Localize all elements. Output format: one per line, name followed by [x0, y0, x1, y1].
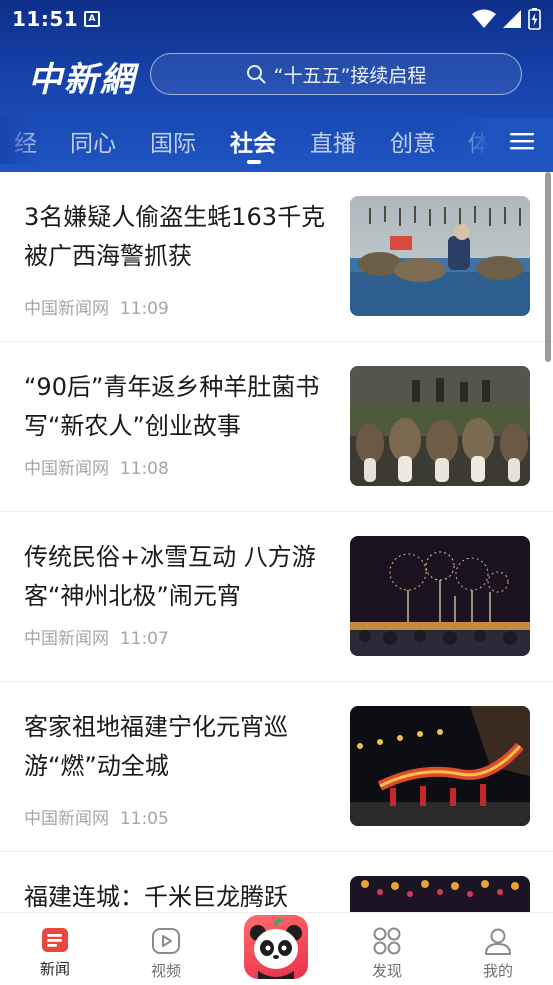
tab-channel-2[interactable]: 国际 — [150, 124, 196, 158]
panda-mascot-button[interactable] — [244, 915, 308, 979]
nav-label-news: 新闻 — [39, 960, 70, 978]
news-thumbnail-dragon-parade[interactable] — [350, 706, 530, 826]
nav-tab-discover[interactable]: 发现 — [347, 913, 427, 985]
news-meta: 中国新闻网 11:09 — [24, 294, 169, 319]
tab-channel-3[interactable]: 社会 — [230, 124, 276, 158]
news-thumbnail-lanterns[interactable] — [350, 876, 530, 912]
news-meta: 中国新闻网 11:07 — [24, 624, 169, 649]
news-item[interactable]: 客家祖地福建宁化元宵巡游“燃”动全城 中国新闻网 11:05 — [0, 682, 553, 852]
nav-label-discover: 发现 — [371, 962, 402, 980]
status-time: 11:51 — [12, 7, 79, 31]
news-time: 11:07 — [119, 629, 169, 649]
nav-tab-profile[interactable]: 我的 — [458, 913, 538, 985]
news-title[interactable]: 客家祖地福建宁化元宵巡游“燃”动全城 — [24, 708, 336, 786]
panda-mascot-icon — [250, 918, 302, 979]
active-tab-indicator — [247, 160, 261, 164]
nav-label-video: 视频 — [150, 962, 181, 980]
news-source: 中国新闻网 — [24, 809, 109, 829]
nav-tab-news[interactable]: 新闻 — [15, 913, 95, 985]
news-item[interactable]: 3名嫌疑人偷盗生蚝163千克被广西海警抓获 中国新闻网 11:09 — [0, 172, 553, 342]
notification-app-icon: A — [84, 11, 100, 27]
news-meta: 中国新闻网 11:08 — [24, 454, 169, 479]
news-thumbnail-oyster-harvest[interactable] — [350, 196, 530, 316]
wifi-icon — [472, 9, 496, 28]
news-feed[interactable]: 3名嫌疑人偷盗生蚝163千克被广西海警抓获 中国新闻网 11:09 “90后”青… — [0, 172, 553, 912]
tab-channel-4[interactable]: 直播 — [310, 124, 356, 158]
chinanews-logo[interactable]: 中新網 — [28, 52, 136, 101]
news-item[interactable]: 福建连城：千米巨龙腾跃 — [0, 852, 553, 912]
video-icon — [152, 928, 180, 954]
signal-icon — [503, 10, 521, 28]
profile-icon — [485, 928, 511, 955]
news-time: 11:05 — [119, 809, 169, 829]
feed-scrollbar[interactable] — [545, 172, 551, 362]
news-thumbnail-fireworks[interactable] — [350, 536, 530, 656]
status-bar: 11:51 A — [0, 0, 553, 38]
channel-menu-button[interactable] — [490, 118, 553, 164]
news-source: 中国新闻网 — [24, 459, 109, 479]
news-meta: 中国新闻网 11:05 — [24, 804, 169, 829]
news-source: 中国新闻网 — [24, 299, 109, 319]
news-title[interactable]: 传统民俗+冰雪互动 八方游客“神州北极”闹元宵 — [24, 538, 336, 616]
nav-tab-video[interactable]: 视频 — [126, 913, 206, 985]
nav-label-profile: 我的 — [482, 962, 513, 980]
status-icons — [472, 8, 541, 30]
bottom-navigation: 新闻 视频 发现 我的 — [0, 912, 553, 984]
tab-channel-1[interactable]: 同心 — [70, 124, 116, 158]
news-title[interactable]: “90后”青年返乡种羊肚菌书写“新农人”创业故事 — [24, 368, 336, 446]
news-time: 11:09 — [119, 299, 169, 319]
news-item[interactable]: 传统民俗+冰雪互动 八方游客“神州北极”闹元宵 中国新闻网 11:07 — [0, 512, 553, 682]
tab-channel-5[interactable]: 创意 — [390, 124, 436, 158]
news-title[interactable]: 3名嫌疑人偷盗生蚝163千克被广西海警抓获 — [24, 198, 336, 276]
search-bar[interactable]: “十五五”接续启程 — [150, 53, 522, 95]
channel-tabs: 经 同心 国际 社会 直播 创意 体 — [0, 118, 553, 164]
hamburger-menu-icon — [509, 133, 534, 150]
search-icon — [246, 65, 266, 84]
battery-icon — [528, 8, 541, 30]
news-thumbnail-morel-mushrooms[interactable] — [350, 366, 530, 486]
news-icon — [42, 928, 68, 952]
tabs-fade-right — [450, 118, 490, 164]
news-source: 中国新闻网 — [24, 629, 109, 649]
tabs-fade-left — [0, 118, 40, 164]
search-placeholder: “十五五”接续启程 — [273, 64, 427, 87]
news-time: 11:08 — [119, 459, 169, 479]
news-item[interactable]: “90后”青年返乡种羊肚菌书写“新农人”创业故事 中国新闻网 11:08 — [0, 342, 553, 512]
app-header: 11:51 A 中新網 “十五五”接续启程 经 同心 国际 — [0, 0, 553, 172]
discover-icon — [373, 927, 401, 955]
news-title[interactable]: 福建连城：千米巨龙腾跃 — [24, 878, 336, 912]
